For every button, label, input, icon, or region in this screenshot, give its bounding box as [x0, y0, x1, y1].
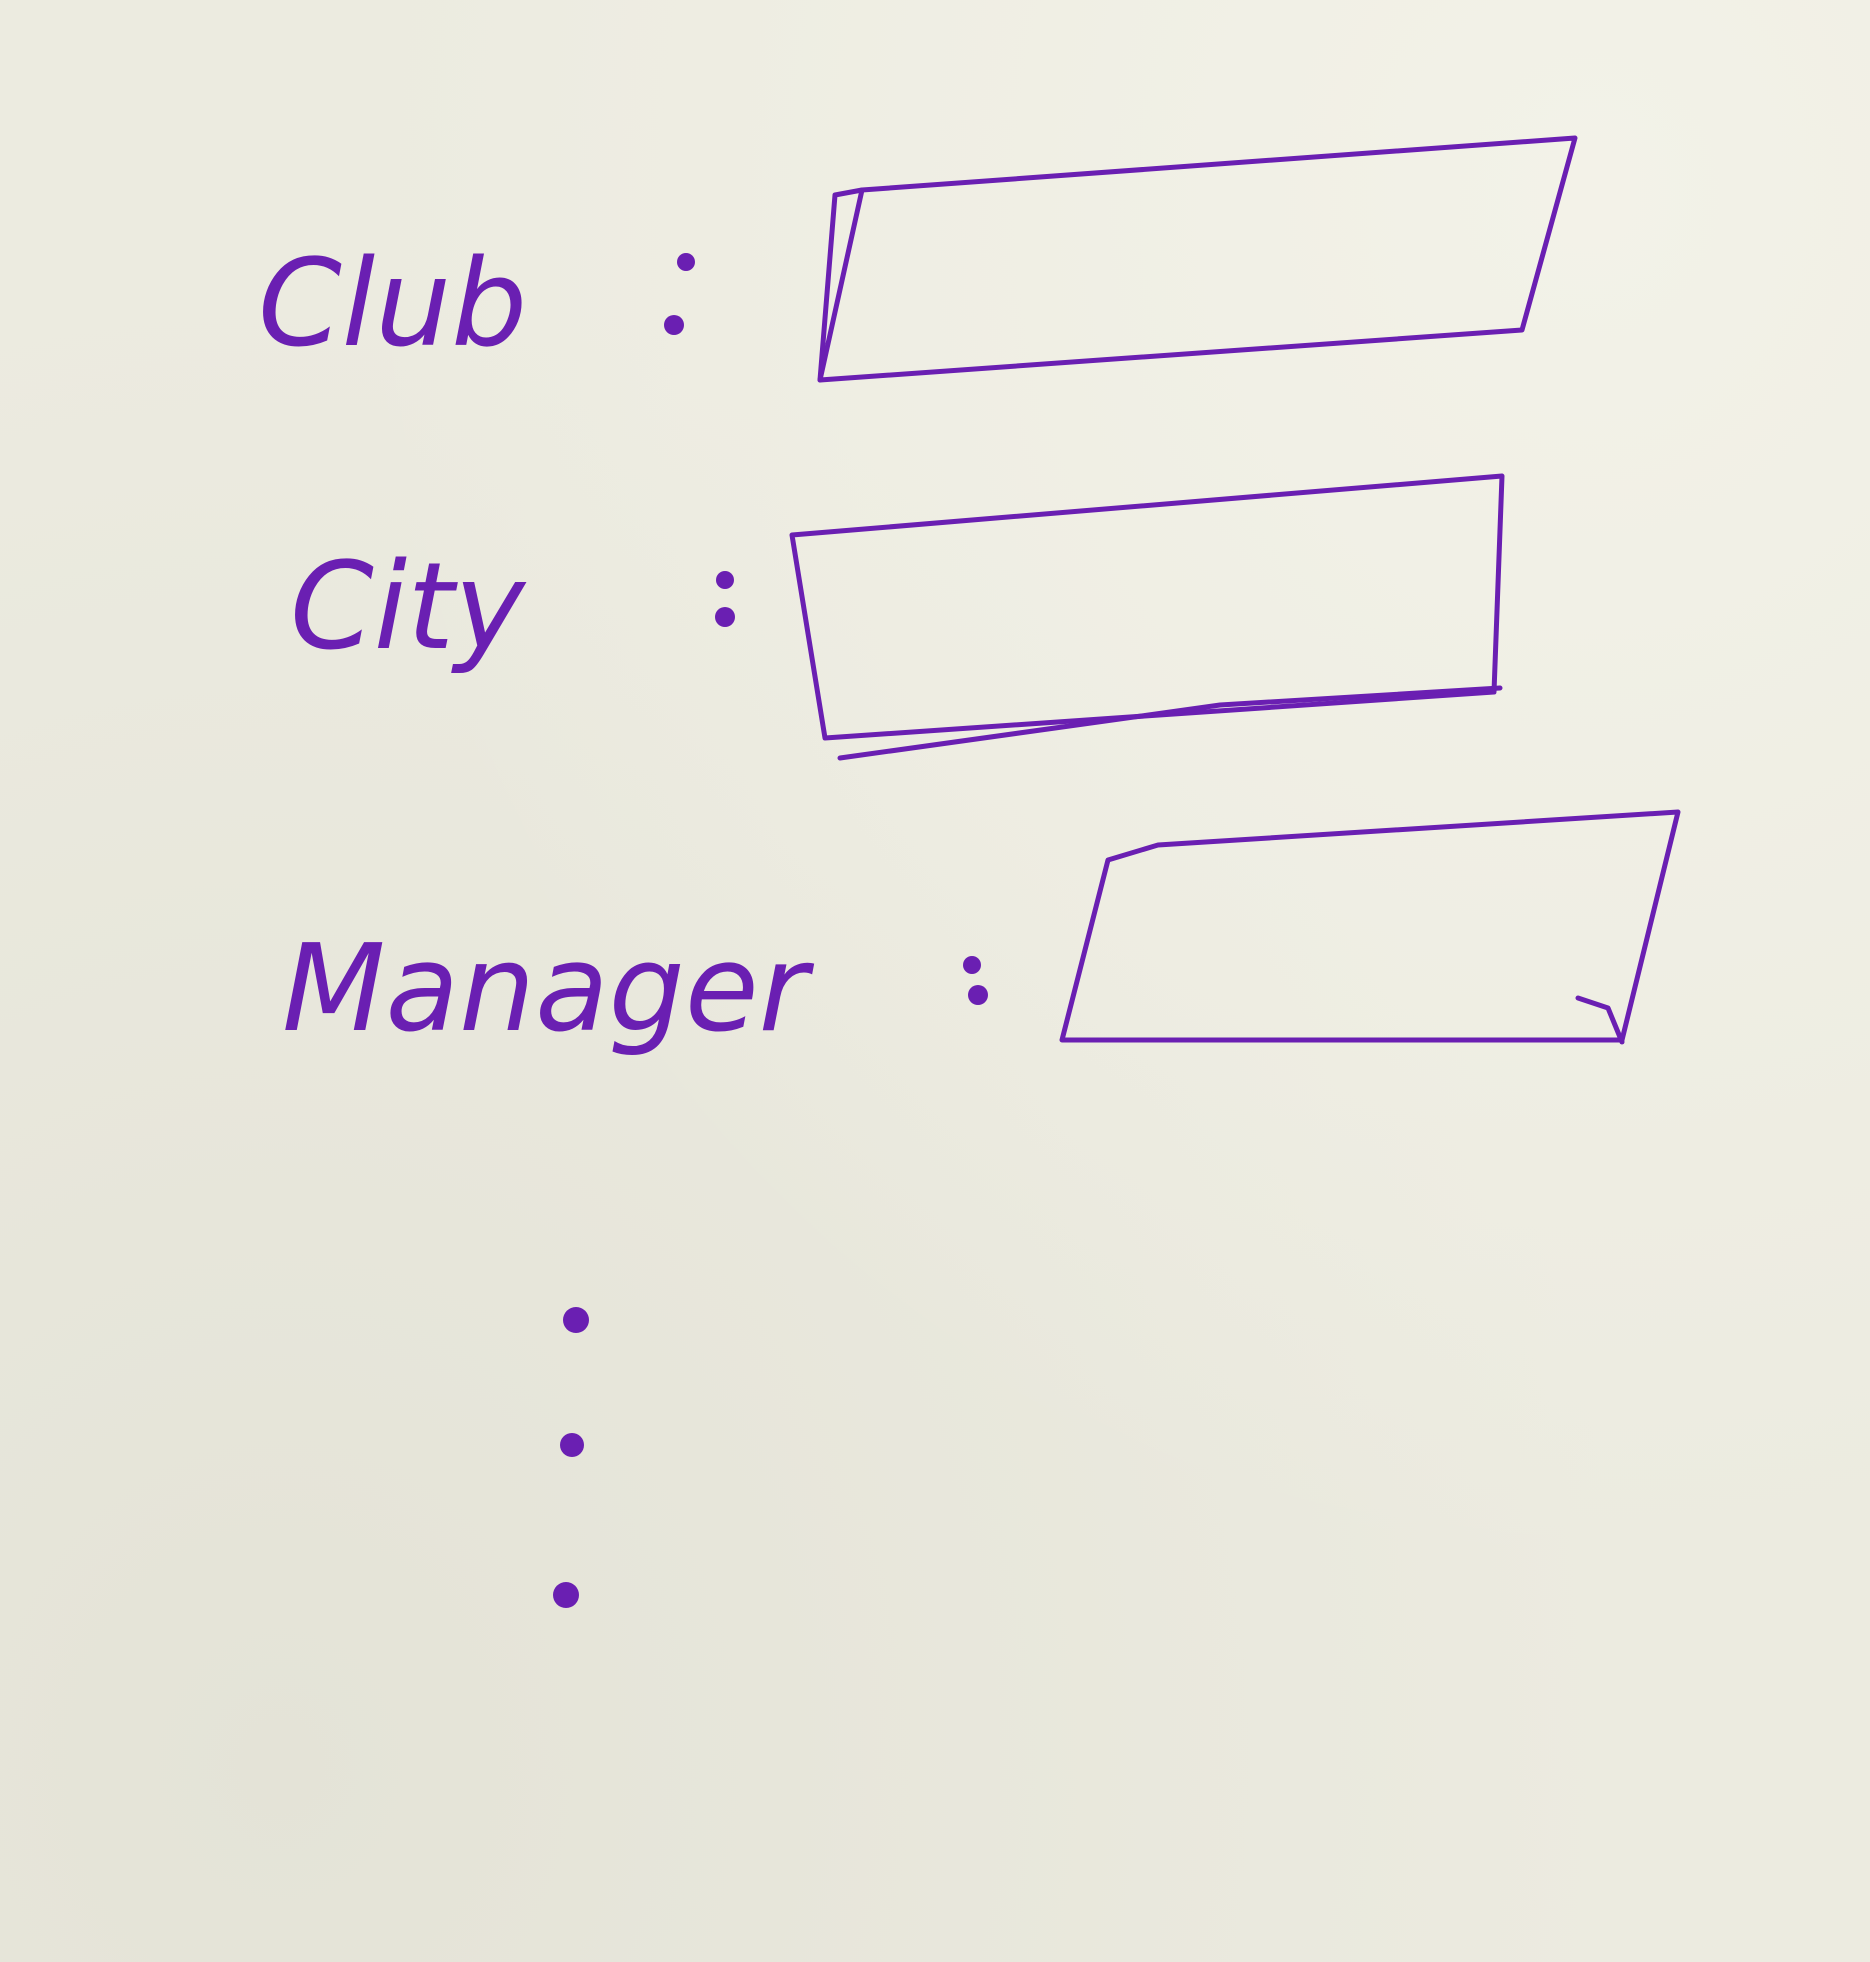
club-colon-icon [664, 253, 695, 335]
city-input[interactable] [789, 473, 1505, 741]
manager-input[interactable] [1059, 809, 1681, 1043]
form-row-manager: Manager [282, 809, 1681, 1059]
form-row-club: Club [258, 135, 1578, 383]
form-row-city: City [290, 473, 1505, 761]
vertical-ellipsis-icon [553, 1307, 589, 1608]
manager-colon-icon [963, 956, 988, 1005]
city-label: City [290, 538, 527, 677]
club-input[interactable] [817, 135, 1578, 383]
manager-label: Manager [282, 920, 815, 1059]
city-colon-icon [715, 571, 735, 627]
club-label: Club [258, 235, 527, 374]
wireframe-form: Club City Manager [258, 135, 1681, 1608]
